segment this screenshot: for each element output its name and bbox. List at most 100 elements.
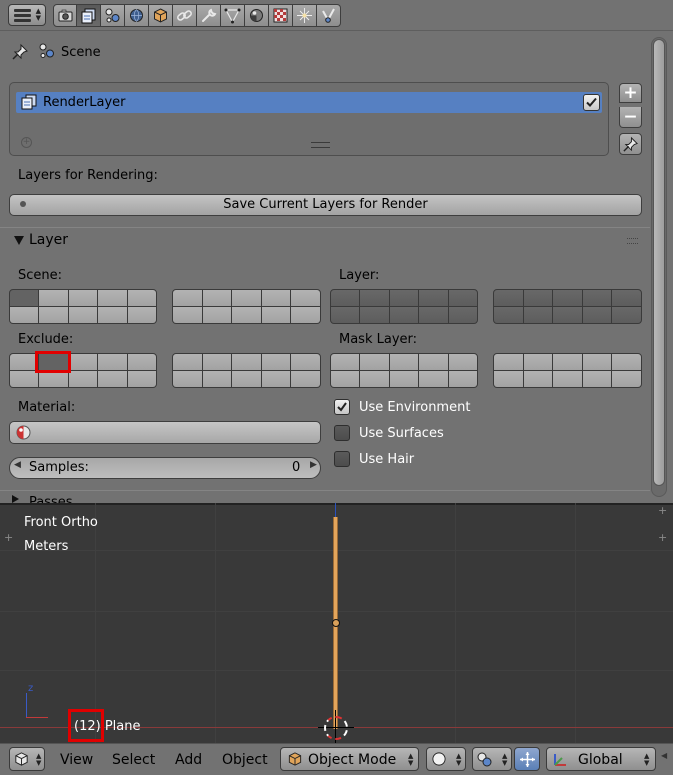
layer-toggle[interactable] (39, 290, 68, 306)
layer-toggle[interactable] (127, 290, 156, 306)
area-split-icon[interactable]: + (658, 504, 667, 517)
layer-toggle[interactable] (448, 290, 477, 306)
layer-toggle[interactable] (127, 371, 156, 387)
layer-toggle[interactable] (389, 290, 419, 306)
layer-toggle[interactable] (448, 371, 477, 387)
layer-toggle[interactable] (331, 290, 360, 306)
layer-toggle[interactable] (127, 307, 156, 323)
constraints-tab[interactable] (173, 4, 197, 27)
layer-toggle[interactable] (612, 307, 641, 323)
transform-orientation-selector[interactable]: Global ▲ ▼ (546, 747, 656, 771)
decrement-arrow-icon[interactable]: ◀ (14, 460, 21, 470)
particles-tab[interactable] (293, 4, 317, 27)
layer-toggle[interactable] (261, 371, 291, 387)
modifiers-tab[interactable] (197, 4, 221, 27)
layer-toggle[interactable] (202, 307, 232, 323)
layer-toggle[interactable] (202, 354, 232, 370)
viewport-shading-selector[interactable]: ▲ ▼ (426, 747, 466, 771)
layer-toggle[interactable] (291, 371, 320, 387)
increment-arrow-icon[interactable]: ▶ (310, 460, 317, 470)
layer-toggle[interactable] (582, 371, 612, 387)
layer-toggle[interactable] (10, 307, 39, 323)
toolshelf-expand-icon[interactable]: + (4, 531, 13, 544)
list-resize-grip[interactable] (311, 142, 330, 148)
object-tab[interactable] (149, 4, 173, 27)
layer-toggle[interactable] (202, 371, 232, 387)
layer-toggle[interactable] (261, 290, 291, 306)
layer-toggle[interactable] (582, 354, 612, 370)
list-filter-options-icon[interactable]: + (21, 137, 32, 148)
pivot-point-selector[interactable]: ▲ ▼ (472, 747, 512, 771)
properties-shelf-expand-icon[interactable]: + (658, 531, 667, 544)
layer-toggle[interactable] (331, 354, 360, 370)
layer-toggle[interactable] (173, 371, 202, 387)
layer-toggle[interactable] (494, 354, 523, 370)
world-tab[interactable] (125, 4, 149, 27)
render-tab[interactable] (53, 4, 77, 27)
layer-toggle[interactable] (448, 354, 477, 370)
layer-toggle[interactable] (291, 354, 320, 370)
layer-toggle[interactable] (232, 307, 261, 323)
triangle-down-icon[interactable] (14, 236, 24, 245)
layer-toggle[interactable] (98, 290, 127, 306)
material-override-field[interactable] (9, 421, 321, 444)
use-environment-label[interactable]: Use Environment (359, 400, 470, 415)
layer-toggle[interactable] (419, 290, 448, 306)
layer-toggle[interactable] (10, 371, 39, 387)
layer-toggle[interactable] (68, 307, 98, 323)
layer-toggle[interactable] (331, 371, 360, 387)
manipulator-toggle[interactable] (514, 747, 540, 771)
use-surfaces-checkbox[interactable] (334, 425, 350, 441)
layer-toggle[interactable] (173, 354, 202, 370)
select-menu[interactable]: Select (112, 752, 155, 768)
remove-render-layer-button[interactable]: − (619, 107, 642, 128)
mode-selector[interactable]: Object Mode ▲ ▼ (280, 747, 419, 771)
panel-drag-grip[interactable] (627, 238, 638, 244)
material-tab[interactable] (245, 4, 269, 27)
use-hair-checkbox[interactable] (334, 451, 350, 467)
layer-toggle[interactable] (98, 371, 127, 387)
layer-toggle[interactable] (98, 307, 127, 323)
layer-toggle[interactable] (419, 307, 448, 323)
layer-toggle[interactable] (360, 354, 389, 370)
layer-toggle[interactable] (553, 371, 582, 387)
physics-tab[interactable] (317, 4, 341, 27)
render-layer-name[interactable]: RenderLayer (43, 95, 126, 110)
layer-toggle[interactable] (98, 354, 127, 370)
3d-cursor-icon[interactable] (324, 716, 348, 740)
layer-toggle[interactable] (202, 290, 232, 306)
layer-toggle[interactable] (261, 354, 291, 370)
view-menu[interactable]: View (60, 752, 93, 768)
layer-toggle[interactable] (68, 354, 98, 370)
layer-toggle[interactable] (523, 354, 553, 370)
layer-toggle[interactable] (389, 307, 419, 323)
add-menu[interactable]: Add (175, 752, 202, 768)
properties-scrollbar-thumb[interactable] (653, 39, 665, 486)
layer-toggle[interactable] (39, 307, 68, 323)
layer-toggle[interactable] (261, 307, 291, 323)
layer-toggle[interactable] (232, 290, 261, 306)
save-current-layers-button[interactable]: Save Current Layers for Render (9, 194, 642, 216)
layer-toggle[interactable] (494, 371, 523, 387)
layer-toggle[interactable] (523, 290, 553, 306)
layer-toggle[interactable] (553, 354, 582, 370)
layer-toggle[interactable] (232, 354, 261, 370)
layer-toggle[interactable] (523, 371, 553, 387)
layer-toggle[interactable] (419, 354, 448, 370)
pin-icon[interactable] (10, 42, 30, 62)
layer-toggle[interactable] (494, 307, 523, 323)
passes-panel-header[interactable] (0, 490, 650, 503)
layer-toggle[interactable] (523, 307, 553, 323)
data-tab[interactable] (221, 4, 245, 27)
layer-toggle[interactable] (291, 307, 320, 323)
layer-toggle[interactable] (360, 290, 389, 306)
layer-toggle[interactable] (389, 371, 419, 387)
scene-tab[interactable] (101, 4, 125, 27)
header-scroll-arrow-icon[interactable]: ◀ (661, 752, 667, 760)
texture-tab[interactable] (269, 4, 293, 27)
triangle-right-icon[interactable] (12, 495, 19, 503)
editor-type-button[interactable]: ▲ ▼ (9, 747, 45, 771)
object-menu[interactable]: Object (222, 752, 268, 768)
layer-toggle[interactable] (419, 371, 448, 387)
layer-toggle[interactable] (360, 307, 389, 323)
